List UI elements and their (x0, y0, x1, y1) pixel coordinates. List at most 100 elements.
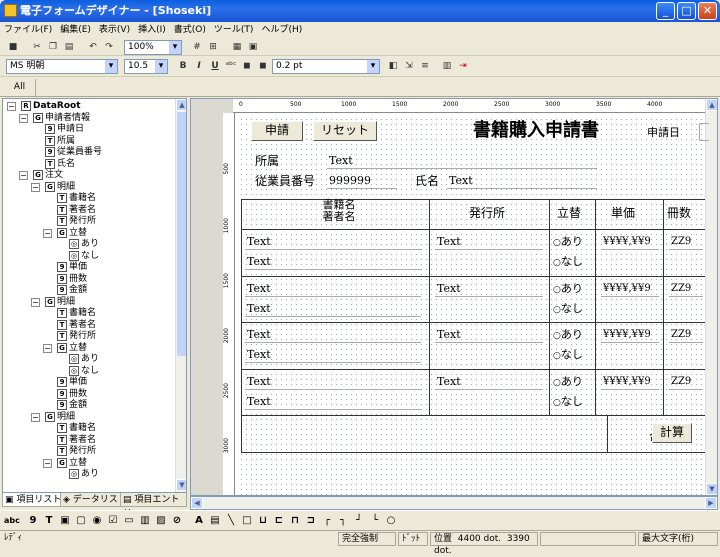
book-title-field[interactable]: Text (245, 328, 421, 343)
tree-node[interactable]: 9 金額 (57, 400, 87, 411)
empno-field[interactable]: 999999 (327, 174, 397, 189)
tree-node[interactable]: 9 金額 (57, 285, 87, 296)
corner-br-icon[interactable]: ┘ (352, 514, 366, 528)
calc-button[interactable]: 計算 (652, 423, 692, 443)
tree-expand-icon[interactable]: − (31, 412, 40, 422)
bracket-top-icon[interactable]: ⊓ (288, 514, 302, 528)
minimize-button[interactable]: _ (656, 2, 675, 20)
price-field[interactable]: ¥¥¥¥,¥¥9 (601, 328, 659, 343)
author-field[interactable]: Text (245, 255, 421, 270)
numeric-field-tool-icon[interactable]: 9 (26, 514, 40, 528)
bracket-left-icon[interactable]: ⊏ (272, 514, 286, 528)
reset-button[interactable]: リセット (313, 121, 377, 141)
layout-icon[interactable]: ▦ (230, 40, 244, 54)
distribute-icon[interactable]: ≡ (418, 59, 432, 73)
tree-node[interactable]: 9 単価 (57, 262, 87, 273)
tree-node[interactable]: 9 従業員番号 (45, 147, 102, 158)
menu-edit[interactable]: 編集(E) (56, 22, 95, 38)
tree-node[interactable]: ◎ あり (69, 239, 99, 250)
tree-node[interactable]: ◎ なし (69, 365, 99, 377)
form-canvas[interactable]: 申請 リセット 書籍購入申請書 申請日 所属 Text 従業員番号 999999… (239, 117, 709, 495)
rect-tool-icon[interactable]: □ (240, 514, 254, 528)
bracket-bottom-icon[interactable]: ⊔ (256, 514, 270, 528)
tree-node[interactable]: ◎ あり (69, 354, 99, 365)
checkbox-tool-icon[interactable]: ☑ (106, 514, 120, 528)
designer-scrollbar[interactable]: ▲ ▼ (705, 99, 717, 495)
tree-node[interactable]: G 申請者情報 (33, 112, 90, 124)
line-width-select[interactable]: 0.2 pt (272, 59, 380, 74)
paste-icon[interactable]: ▤ (62, 40, 76, 54)
author-field[interactable]: Text (245, 348, 421, 363)
tree-node[interactable]: T 書籍名 (57, 423, 96, 434)
menu-help[interactable]: ヘルプ(H) (257, 22, 306, 38)
font-size-select[interactable]: 10.5 (124, 59, 168, 74)
tree-node[interactable]: T 著者名 (57, 434, 96, 446)
menu-view[interactable]: 表示(V) (95, 22, 134, 38)
bracket-right-icon[interactable]: ⊐ (304, 514, 318, 528)
undo-icon[interactable]: ↶ (86, 40, 100, 54)
publisher-field[interactable]: Text (435, 282, 543, 297)
publisher-field[interactable]: Text (435, 235, 543, 250)
tree-node[interactable]: G 明細 (45, 411, 75, 423)
corner-bl-icon[interactable]: └ (368, 514, 382, 528)
tree-node[interactable]: T 所属 (45, 135, 75, 147)
line-tool-icon[interactable]: ╲ (224, 514, 238, 528)
author-field[interactable]: Text (245, 395, 421, 410)
corner-tl-icon[interactable]: ┌ (320, 514, 334, 528)
book-title-field[interactable]: Text (245, 235, 421, 250)
tree-scrollbar[interactable]: ▲ ▼ (175, 99, 186, 492)
tree-node[interactable]: G 明細 (45, 296, 75, 308)
advance-no-radio[interactable]: ○なし (553, 301, 583, 318)
book-title-field[interactable]: Text (245, 375, 421, 390)
tree-node[interactable]: 9 申請日 (45, 124, 84, 135)
scroll-right-icon[interactable]: ▶ (705, 497, 717, 509)
barcode-tool-icon[interactable]: ▥ (138, 514, 152, 528)
italic-button[interactable]: I (192, 59, 206, 73)
label-tool-icon[interactable]: T (42, 514, 56, 528)
zoom-select[interactable]: 100% (124, 40, 182, 55)
menu-insert[interactable]: 挿入(I) (134, 22, 170, 38)
advance-yes-radio[interactable]: ○あり (553, 281, 583, 298)
tree-expand-icon[interactable]: − (31, 182, 40, 192)
tree-expand-icon[interactable]: − (19, 171, 28, 180)
bring-front-icon[interactable]: ◧ (386, 59, 400, 73)
tree-node[interactable]: 9 単価 (57, 377, 87, 388)
link-tool-icon[interactable]: ⊘ (170, 514, 184, 528)
bold-button[interactable]: B (176, 59, 190, 73)
tree-node[interactable]: G 立替 (57, 342, 87, 354)
tree-expand-icon[interactable]: − (19, 113, 28, 123)
advance-no-radio[interactable]: ○なし (553, 254, 583, 271)
tree-expand-icon[interactable]: − (43, 343, 52, 353)
advance-yes-radio[interactable]: ○あり (553, 327, 583, 344)
snap-icon[interactable]: ⊞ (206, 40, 220, 54)
underline-button[interactable]: U (208, 59, 222, 73)
insert-icon[interactable]: ⇥ (456, 59, 470, 73)
textbox-tool-icon[interactable]: ▤ (208, 514, 222, 528)
tree-node[interactable]: T 著者名 (57, 204, 96, 216)
tree-node[interactable]: R DataRoot (21, 101, 81, 112)
close-button[interactable]: ✕ (698, 2, 717, 20)
text-field-tool-icon[interactable]: abc (4, 514, 20, 528)
designer-hscrollbar[interactable]: ◀ ▶ (190, 496, 718, 510)
save-icon[interactable]: ■ (6, 40, 20, 54)
designer-scroll-down-icon[interactable]: ▼ (706, 483, 717, 495)
menu-file[interactable]: ファイル(F) (0, 22, 56, 38)
qty-field[interactable]: ZZ9 (669, 282, 703, 297)
qty-field[interactable]: ZZ9 (669, 235, 703, 250)
price-field[interactable]: ¥¥¥¥,¥¥9 (601, 282, 659, 297)
tree-node[interactable]: T 著者名 (57, 319, 96, 331)
maximize-button[interactable]: □ (677, 2, 696, 20)
tree-scroll-thumb[interactable] (177, 112, 186, 356)
tree-node[interactable]: T 氏名 (45, 158, 75, 170)
qty-field[interactable]: ZZ9 (669, 375, 703, 390)
radio-tool-icon[interactable]: ◉ (90, 514, 104, 528)
tree-node[interactable]: T 発行所 (57, 331, 96, 342)
book-title-field[interactable]: Text (245, 282, 421, 297)
scroll-left-icon[interactable]: ◀ (191, 497, 203, 509)
advance-yes-radio[interactable]: ○あり (553, 234, 583, 251)
tree-node[interactable]: T 書籍名 (57, 308, 96, 319)
tree-node[interactable]: G 注文 (33, 170, 63, 181)
tab-all[interactable]: All (4, 79, 36, 96)
tree-expand-icon[interactable]: − (43, 458, 52, 468)
cut-icon[interactable]: ✂ (30, 40, 44, 54)
